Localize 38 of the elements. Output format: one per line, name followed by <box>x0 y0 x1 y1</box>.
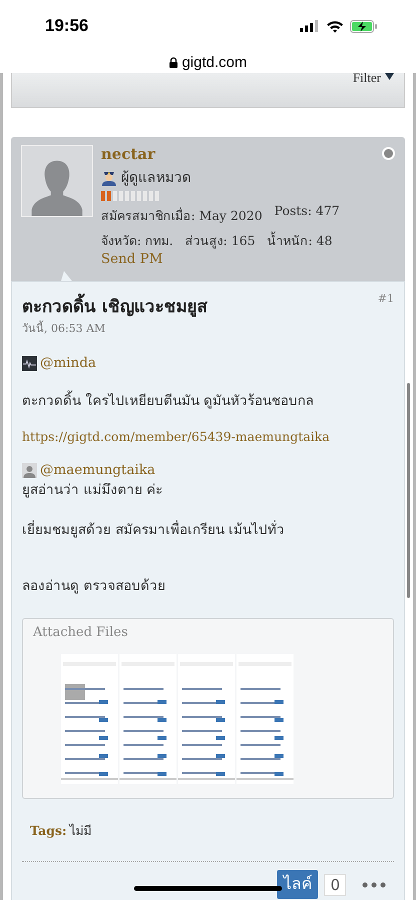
post-text: เยี่ยมชมยูสด้วย สมัครมาเพื่อเกรียน เม้นไปทั่ว <box>22 519 286 540</box>
province: จังหวัด: กทม. <box>101 232 174 250</box>
post-text: ลองอ่านดู ตรวจสอบด้วย <box>22 577 166 596</box>
tags-value: ไม่มี <box>70 823 92 838</box>
avatar[interactable] <box>21 145 93 217</box>
height: ส่วนสูง: 165 <box>185 232 256 250</box>
mention-link[interactable]: @maemungtaika <box>40 462 156 478</box>
filter-button[interactable]: Filter <box>352 73 381 81</box>
more-icon[interactable] <box>362 882 386 888</box>
attachments-title: Attached Files <box>33 625 129 640</box>
join-date: สมัครสมาชิกเมื่อ: May 2020 <box>101 206 262 225</box>
signal-icon <box>300 20 320 32</box>
mention-link[interactable]: @minda <box>40 355 96 371</box>
attachment-thumbnail[interactable] <box>61 654 295 784</box>
username[interactable]: nectar <box>101 145 340 163</box>
scrollbar[interactable] <box>407 383 410 598</box>
tags-label: Tags: <box>30 823 67 838</box>
send-pm-link[interactable]: Send PM <box>101 251 340 267</box>
post-title: ตะกวดดิ้น เชิญแวะชมยูส <box>22 292 207 319</box>
like-count: 0 <box>324 874 346 896</box>
status-time: 19:56 <box>45 16 88 36</box>
like-button[interactable]: ไลค์ <box>277 870 318 899</box>
user-avatar-icon <box>22 462 37 478</box>
weight: น้ำหนัก: 48 <box>267 231 332 250</box>
wifi-icon <box>326 20 344 32</box>
post-date: วันนี้, 06:53 AM <box>22 320 106 337</box>
battery-charging-icon <box>350 20 378 32</box>
lock-icon <box>168 56 178 68</box>
post-number[interactable]: #1 <box>378 292 394 337</box>
post-count: Posts: 477 <box>274 203 340 220</box>
dropdown-caret-icon[interactable] <box>385 73 394 80</box>
reputation-bar <box>101 191 159 201</box>
post-text: ตะกวดดิ้น ใครไปเหยียบตีนมัน ดูมันหัวร้อนชอบกล <box>22 389 394 411</box>
waveform-avatar-icon <box>22 356 37 370</box>
url-text[interactable]: gigtd.com <box>182 54 248 70</box>
post-text: ยูสอ่านว่า แม่มึงตาย ค่ะ <box>22 481 164 500</box>
user-rank: ผู้ดูแลหมวด <box>121 169 191 188</box>
profile-link[interactable]: https://gigtd.com/member/65439-maemungtaika <box>22 429 394 444</box>
